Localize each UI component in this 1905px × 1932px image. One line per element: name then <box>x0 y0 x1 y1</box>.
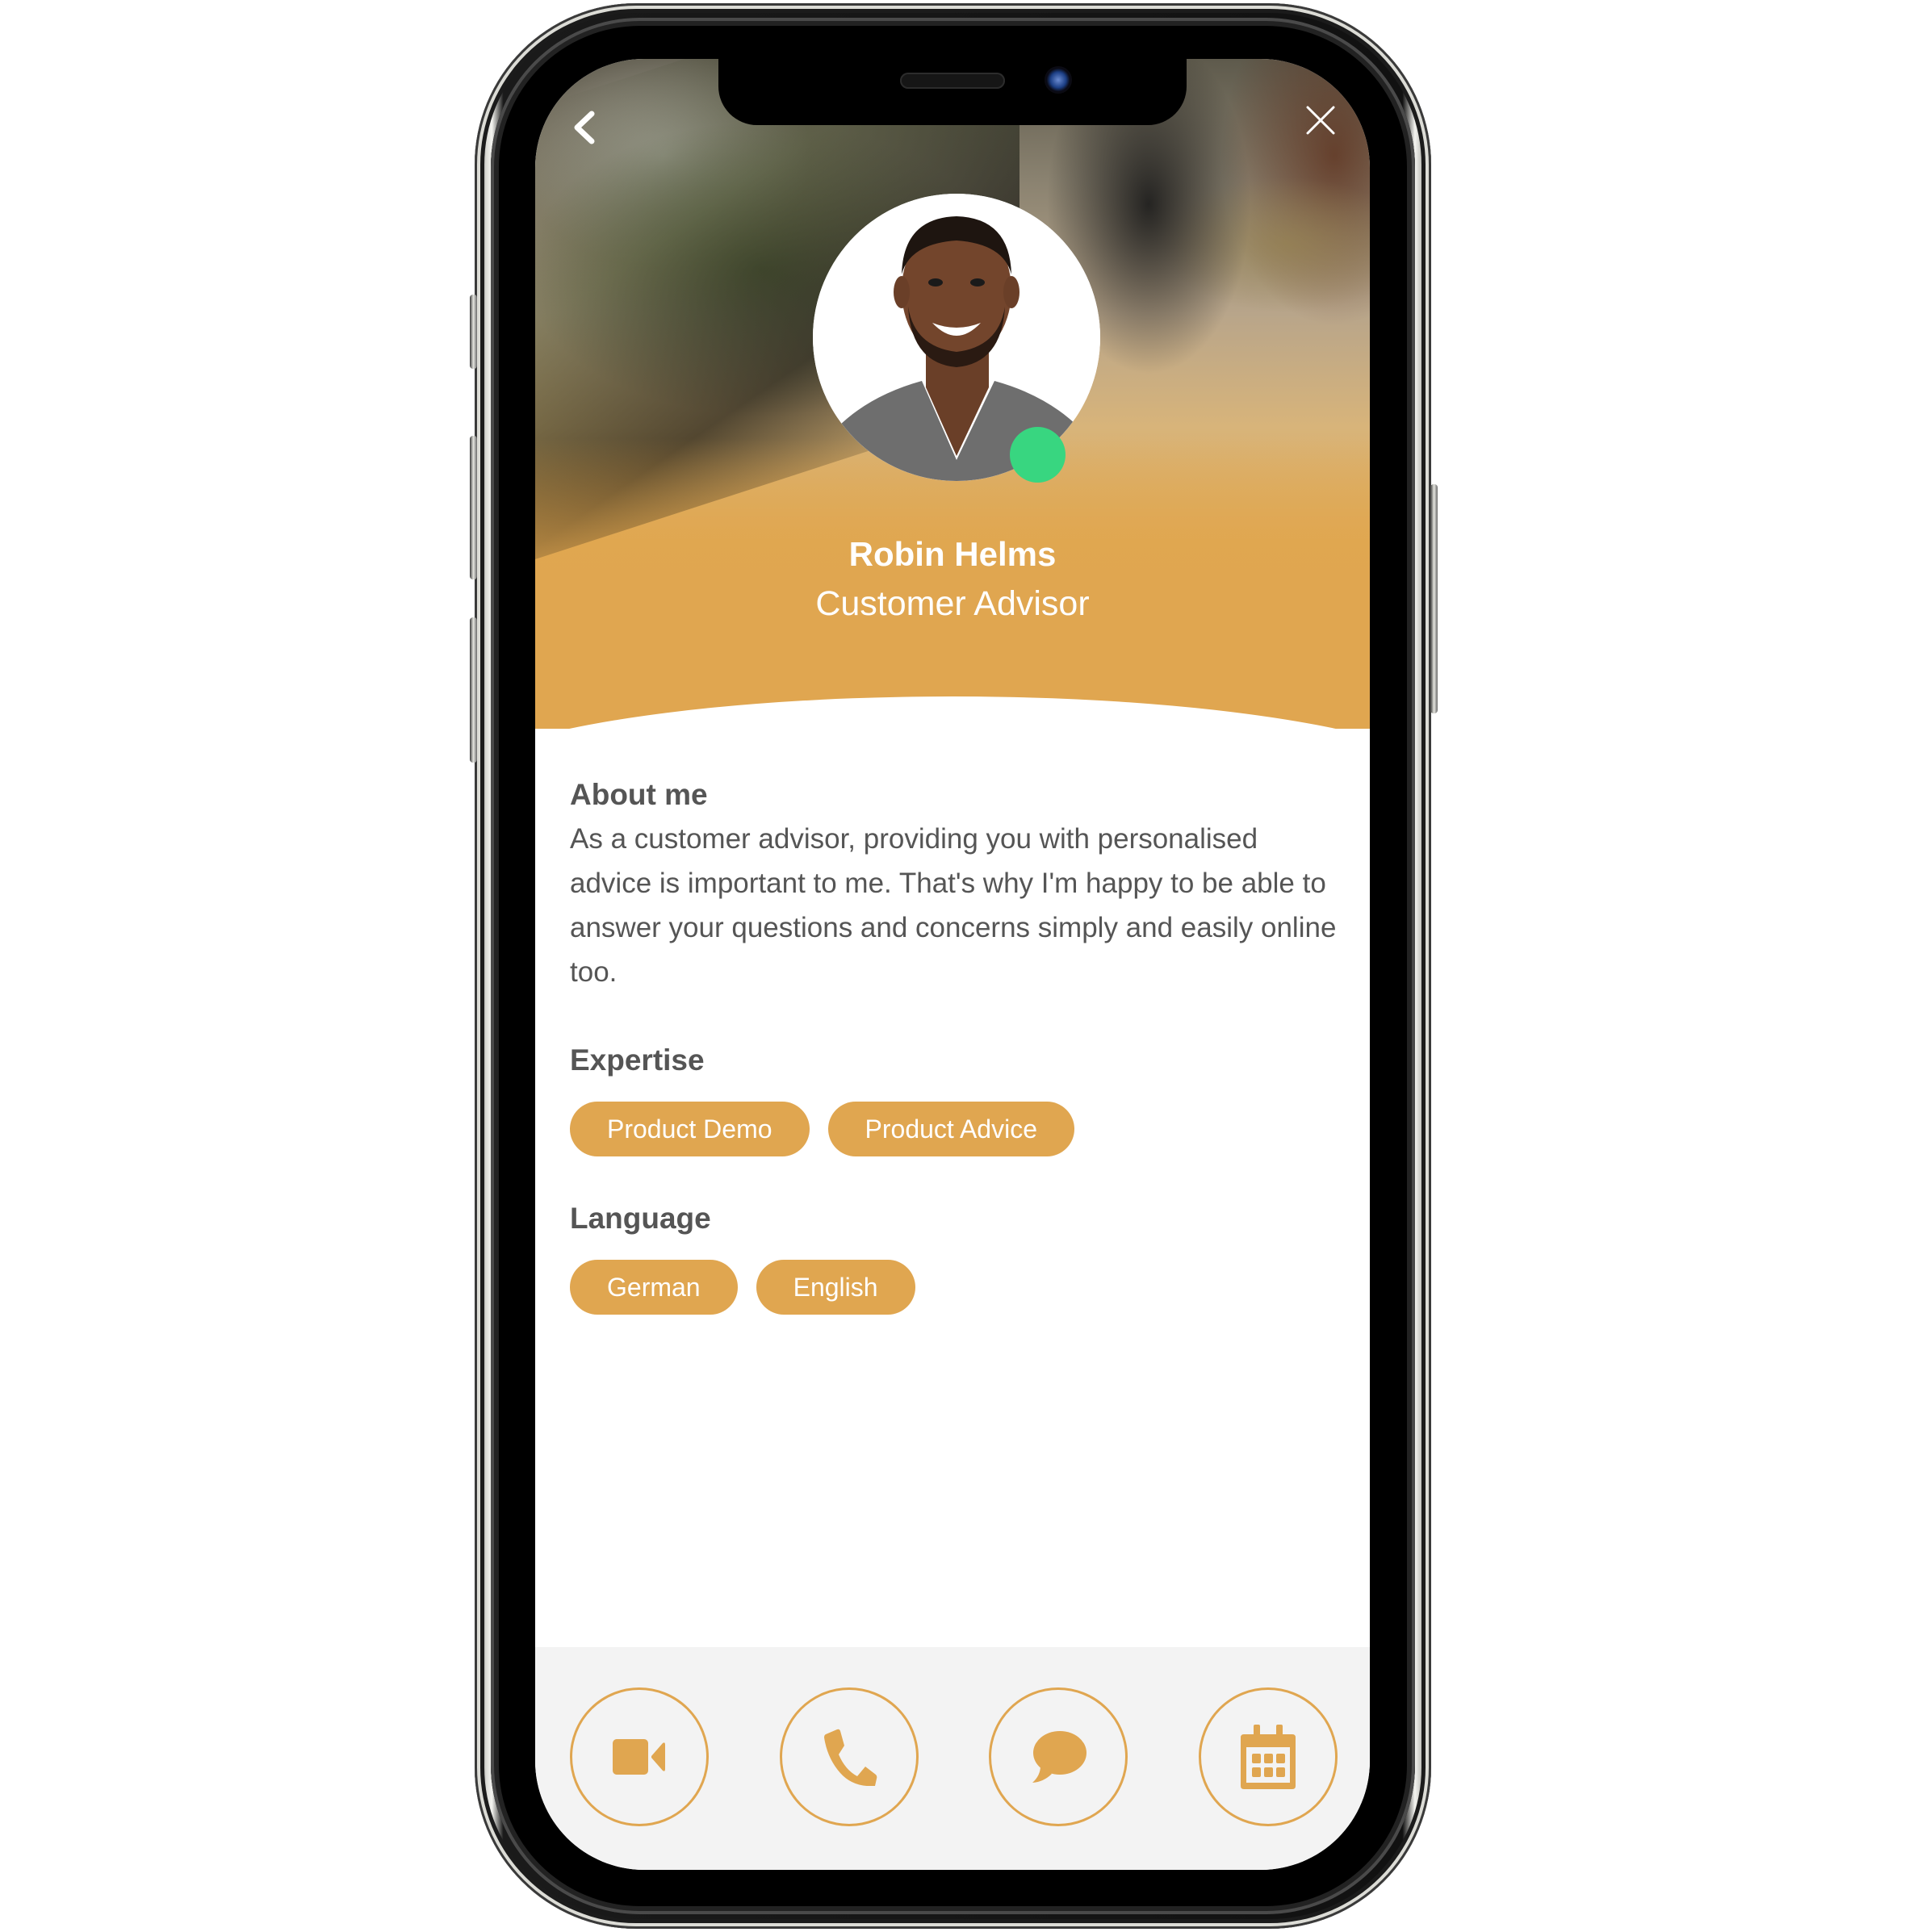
online-status-indicator <box>1010 427 1066 483</box>
volume-up-button <box>470 436 477 579</box>
phone-notch <box>718 59 1187 125</box>
schedule-appointment-button[interactable] <box>1199 1687 1338 1826</box>
expertise-title: Expertise <box>570 1043 705 1077</box>
profile-content: About me As a customer advisor, providin… <box>570 773 1337 1315</box>
about-title: About me <box>570 778 708 811</box>
video-camera-icon <box>613 1739 665 1775</box>
mute-switch <box>470 295 477 369</box>
language-chip[interactable]: English <box>756 1260 915 1315</box>
chevron-left-icon <box>574 111 595 144</box>
volume-down-button <box>470 617 477 763</box>
language-section: Language German English <box>570 1197 1337 1315</box>
power-button <box>1430 484 1438 713</box>
expertise-chips: Product Demo Product Advice <box>570 1102 1337 1156</box>
contact-action-bar <box>535 1647 1370 1870</box>
chat-bubble-icon <box>1032 1731 1086 1783</box>
advisor-name: Robin Helms <box>848 535 1057 573</box>
phone-call-button[interactable] <box>780 1687 919 1826</box>
calendar-icon <box>1241 1725 1296 1789</box>
phone-icon <box>824 1729 877 1786</box>
chat-button[interactable] <box>989 1687 1128 1826</box>
language-chips: German English <box>570 1260 1337 1315</box>
header-gradient-overlay <box>535 438 1370 729</box>
phone-screen: Robin Helms Customer Advisor About me As… <box>535 59 1370 1870</box>
expertise-chip[interactable]: Product Advice <box>827 1102 1074 1156</box>
expertise-chip[interactable]: Product Demo <box>570 1102 810 1156</box>
video-call-button[interactable] <box>570 1687 709 1826</box>
back-button[interactable] <box>567 107 605 148</box>
close-button[interactable] <box>1306 106 1335 135</box>
language-chip[interactable]: German <box>570 1260 738 1315</box>
expertise-section: Expertise Product Demo Product Advice <box>570 1039 1337 1156</box>
earpiece-speaker <box>900 73 1005 89</box>
advisor-role: Customer Advisor <box>815 584 1090 623</box>
front-camera <box>1045 66 1072 94</box>
language-title: Language <box>570 1202 711 1235</box>
about-section: About me As a customer advisor, providin… <box>570 773 1337 994</box>
about-text: As a customer advisor, providing you wit… <box>570 823 1337 988</box>
close-icon <box>1306 106 1335 135</box>
